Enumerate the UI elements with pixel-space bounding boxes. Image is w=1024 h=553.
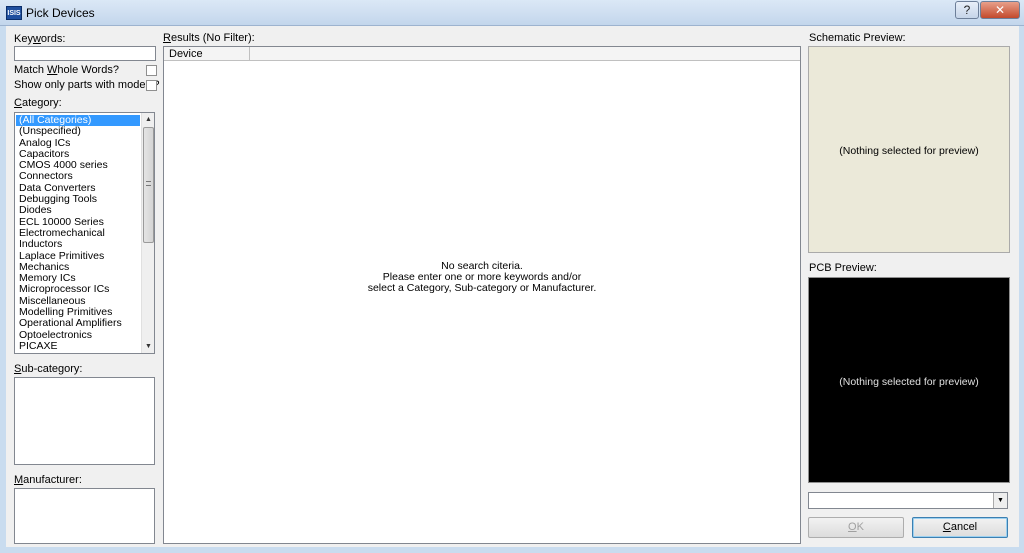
grip-icon xyxy=(146,181,151,186)
scroll-thumb[interactable] xyxy=(143,127,154,243)
schematic-preview-label: Schematic Preview: xyxy=(809,32,906,44)
manufacturer-list[interactable] xyxy=(14,488,155,544)
window-frame-right xyxy=(1019,26,1024,553)
category-scrollbar[interactable]: ▲ ▼ xyxy=(141,113,154,353)
pcb-preview: (Nothing selected for preview) xyxy=(808,277,1010,483)
category-list[interactable]: (All Categories) (Unspecified) Analog ICs C… xyxy=(14,112,155,354)
results-label: Results (No Filter): xyxy=(163,32,255,44)
scroll-up-icon[interactable]: ▲ xyxy=(142,113,154,126)
keywords-input[interactable] xyxy=(14,46,156,61)
category-label: Category: xyxy=(14,97,62,109)
match-whole-words-label: Match Whole Words? xyxy=(14,64,119,76)
category-items: (All Categories) (Unspecified) Analog ICs C… xyxy=(16,114,140,352)
manufacturer-label: Manufacturer: xyxy=(14,474,82,486)
chevron-down-icon[interactable]: ▼ xyxy=(993,493,1007,508)
app-icon: ISIS xyxy=(6,6,22,20)
keywords-label: Keywords: xyxy=(14,33,66,45)
category-item[interactable]: (Unspecified) xyxy=(16,126,140,137)
category-item[interactable]: Operational Amplifiers xyxy=(16,318,140,329)
scroll-down-icon[interactable]: ▼ xyxy=(142,340,154,353)
schematic-preview-message: (Nothing selected for preview) xyxy=(839,145,979,157)
no-search-line: select a Category, Sub-category or Manuf… xyxy=(367,282,597,294)
close-button[interactable]: ✕ xyxy=(980,1,1020,19)
title-bar[interactable]: ISIS Pick Devices ? ✕ xyxy=(0,0,1024,26)
window-frame-bottom xyxy=(0,547,1024,553)
schematic-preview: (Nothing selected for preview) xyxy=(808,46,1010,253)
pcb-preview-message: (Nothing selected for preview) xyxy=(839,376,979,388)
match-whole-words-checkbox[interactable] xyxy=(146,65,157,76)
models-only-checkbox[interactable] xyxy=(146,80,157,91)
column-header-device[interactable]: Device xyxy=(164,47,250,61)
subcategory-list[interactable] xyxy=(14,377,155,465)
subcategory-label: Sub-category: xyxy=(14,363,83,375)
results-header: Device xyxy=(164,47,800,61)
cancel-button[interactable]: Cancel xyxy=(912,517,1008,538)
ok-button[interactable]: OK xyxy=(808,517,904,538)
category-item[interactable]: PICAXE xyxy=(16,340,140,352)
category-item[interactable]: Inductors xyxy=(16,239,140,250)
results-table[interactable]: Device No search citeria. Please enter o… xyxy=(163,46,801,544)
category-item[interactable]: Diodes xyxy=(16,205,140,216)
package-select-value xyxy=(809,494,812,506)
package-select[interactable]: ▼ xyxy=(808,492,1008,509)
no-search-message: No search citeria. Please enter one or m… xyxy=(164,261,800,294)
window-title: Pick Devices xyxy=(26,6,95,20)
dialog-client: Keywords: Match Whole Words? Show only p… xyxy=(6,26,1019,547)
models-only-label: Show only parts with models? xyxy=(14,79,160,91)
pcb-preview-label: PCB Preview: xyxy=(809,262,877,274)
help-button[interactable]: ? xyxy=(955,1,979,19)
